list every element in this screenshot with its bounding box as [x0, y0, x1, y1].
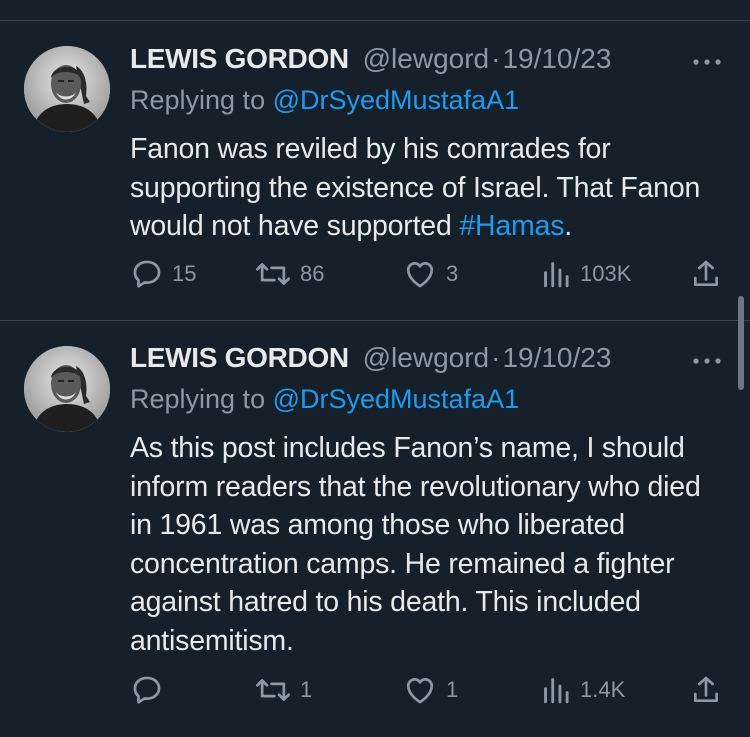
tweet-divider: [0, 320, 750, 321]
retweet-icon: [254, 673, 292, 707]
views-count: 1.4K: [580, 677, 626, 702]
share-icon: [690, 673, 722, 707]
tweet-header: LEWIS GORDON @lewgord·19/10/23: [130, 42, 611, 76]
replying-to-prefix: Replying to: [130, 384, 273, 414]
replying-to-mention[interactable]: @DrSyedMustafaA1: [273, 85, 520, 115]
views-chart-icon: [540, 257, 572, 291]
like-button[interactable]: 3: [402, 256, 458, 292]
reply-button[interactable]: 15: [130, 256, 196, 292]
tweet-text: As this post includes Fanon’s name, I sh…: [130, 432, 701, 657]
top-divider: [0, 20, 750, 21]
header-separator: ·: [491, 342, 501, 373]
views-button[interactable]: 1.4K: [540, 672, 625, 708]
retweet-count: 1: [300, 677, 313, 702]
replying-to-line: Replying to @DrSyedMustafaA1: [130, 382, 519, 416]
retweet-button[interactable]: 86: [254, 256, 324, 292]
author-handle[interactable]: @lewgord: [363, 43, 489, 74]
heart-icon: [402, 673, 438, 707]
tweet-text: Fanon was reviled by his comrades for su…: [130, 130, 730, 246]
retweet-count: 86: [300, 261, 325, 286]
hashtag-link[interactable]: #Hamas: [459, 210, 564, 242]
share-button[interactable]: [690, 672, 722, 708]
retweet-button[interactable]: 1: [254, 672, 312, 708]
replying-to-mention[interactable]: @DrSyedMustafaA1: [273, 384, 520, 414]
scrollbar-thumb[interactable]: [738, 296, 744, 390]
like-count: 1: [446, 677, 459, 702]
reply-icon: [130, 673, 164, 707]
author-name[interactable]: LEWIS GORDON: [130, 43, 349, 74]
views-button[interactable]: 103K: [540, 256, 631, 292]
replying-to-prefix: Replying to: [130, 85, 273, 115]
replying-to-line: Replying to @DrSyedMustafaA1: [130, 83, 519, 117]
author-avatar[interactable]: [24, 346, 110, 432]
reply-button[interactable]: [130, 672, 172, 708]
tweet-date[interactable]: 19/10/23: [502, 342, 611, 373]
reply-icon: [130, 257, 164, 291]
author-handle[interactable]: @lewgord: [363, 342, 489, 373]
more-dots-icon[interactable]: [690, 52, 724, 72]
author-avatar[interactable]: [24, 46, 110, 132]
views-chart-icon: [540, 673, 572, 707]
tweet-header: LEWIS GORDON @lewgord·19/10/23: [130, 341, 611, 375]
retweet-icon: [254, 257, 292, 291]
tweet-text-end: .: [564, 210, 572, 242]
heart-icon: [402, 257, 438, 291]
reply-count: 15: [172, 261, 197, 286]
tweet-date[interactable]: 19/10/23: [502, 43, 611, 74]
views-count: 103K: [580, 261, 632, 286]
share-icon: [690, 257, 722, 291]
header-separator: ·: [491, 43, 501, 74]
tweet-actions: 1 1 1.4K: [130, 672, 726, 708]
tweet-text-main: Fanon was reviled by his comrades for su…: [130, 133, 701, 242]
author-name[interactable]: LEWIS GORDON: [130, 342, 349, 373]
like-count: 3: [446, 261, 459, 286]
more-dots-icon[interactable]: [690, 351, 724, 371]
tweet-actions: 15 86 3 103K: [130, 256, 726, 292]
share-button[interactable]: [690, 256, 722, 292]
like-button[interactable]: 1: [402, 672, 458, 708]
